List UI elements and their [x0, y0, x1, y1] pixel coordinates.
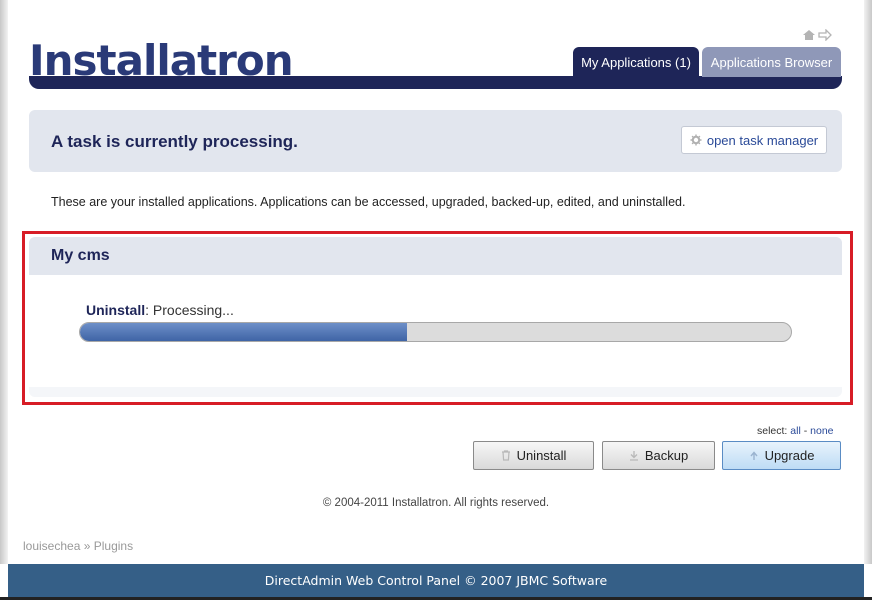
right-border [864, 0, 872, 564]
backup-label: Backup [644, 448, 689, 463]
tab-applications-browser[interactable]: Applications Browser [702, 47, 841, 77]
upgrade-arrow-icon [750, 451, 758, 460]
page-frame: Installatron My Applications (1) Applica… [0, 0, 872, 600]
left-border [0, 0, 8, 564]
upgrade-button[interactable]: Upgrade [722, 441, 841, 470]
uninstall-button[interactable]: Uninstall [473, 441, 594, 470]
top-icons [802, 27, 832, 43]
download-icon [629, 451, 638, 461]
tab-my-applications[interactable]: My Applications (1) [573, 47, 699, 77]
breadcrumb-separator: » [83, 539, 91, 553]
arrow-icon[interactable] [818, 29, 832, 41]
upgrade-label: Upgrade [764, 448, 815, 463]
uninstall-label: Uninstall [516, 448, 567, 463]
copyright-text: © 2004-2011 Installatron. All rights res… [322, 497, 550, 509]
task-title: A task is currently processing. [51, 132, 298, 151]
breadcrumb-user[interactable]: louisechea [23, 539, 80, 553]
trash-icon [501, 450, 510, 461]
select-none-link[interactable]: none [810, 425, 833, 437]
open-task-manager-label: open task manager [706, 132, 819, 148]
header-bar [29, 76, 842, 89]
select-separator: - [803, 425, 808, 437]
select-all-link[interactable]: all [790, 425, 801, 437]
intro-text: These are your installed applications. A… [51, 195, 686, 209]
home-icon[interactable] [802, 29, 816, 41]
task-notice: A task is currently processing. open tas… [29, 110, 842, 172]
backup-button[interactable]: Backup [602, 441, 715, 470]
select-controls: select: all - none [757, 425, 834, 437]
gear-icon [690, 134, 702, 146]
open-task-manager-button[interactable]: open task manager [681, 126, 827, 154]
footer-bar: DirectAdmin Web Control Panel © 2007 JBM… [8, 564, 864, 597]
select-label: select: [757, 425, 788, 437]
breadcrumb: louisechea » Plugins [23, 539, 133, 553]
highlight-box [22, 231, 853, 405]
breadcrumb-plugins[interactable]: Plugins [94, 539, 133, 553]
footer-text: DirectAdmin Web Control Panel © 2007 JBM… [264, 573, 608, 588]
